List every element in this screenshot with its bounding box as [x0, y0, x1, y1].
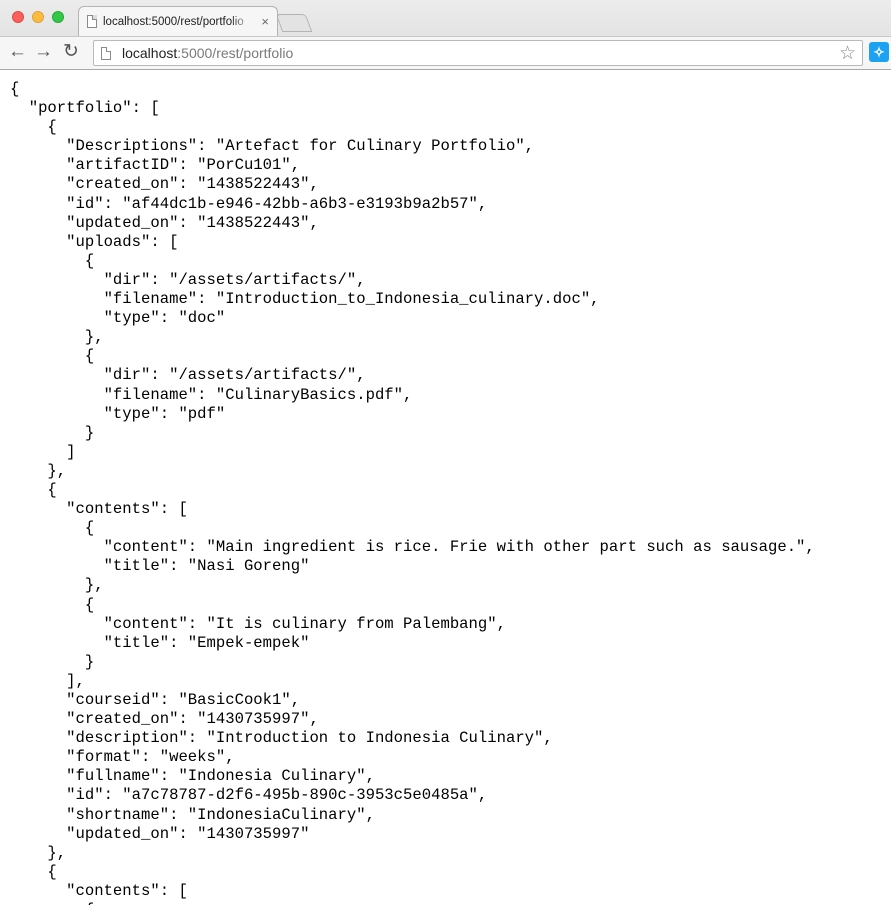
maximize-window-button[interactable]	[52, 11, 64, 23]
page-icon	[87, 15, 97, 28]
json-line: "description": "Introduction to Indonesi…	[10, 729, 553, 748]
json-line: {	[10, 347, 95, 366]
forward-arrow-icon[interactable]: →	[34, 41, 53, 63]
json-line: },	[10, 576, 104, 595]
json-line: "courseid": "BasicCook1",	[10, 691, 301, 709]
window-controls	[12, 11, 64, 23]
json-line: {	[10, 118, 57, 137]
json-line: "uploads": [	[10, 232, 179, 251]
reload-icon[interactable]: ↻	[63, 41, 79, 63]
json-line: },	[10, 328, 104, 347]
url-host: localhost	[122, 45, 178, 61]
json-line: {	[10, 251, 95, 270]
json-line: "id": "af44dc1b-e946-42bb-a6b3-e3193b9a2…	[10, 194, 488, 213]
json-line: "updated_on": "1430735997"	[10, 824, 310, 843]
tab-close-icon[interactable]: ×	[261, 15, 269, 28]
json-line: "created_on": "1430735997",	[10, 710, 319, 729]
json-line: "shortname": "IndonesiaCulinary",	[10, 805, 375, 824]
json-line: ]	[10, 442, 76, 461]
json-line: "content": "Main ingredient is rice. Fri…	[10, 538, 815, 557]
json-line: ],	[10, 671, 85, 690]
json-line: {	[10, 595, 95, 614]
json-viewer: { "portfolio": [ { "Descriptions": "Arte…	[0, 70, 891, 905]
json-line: "dir": "/assets/artifacts/",	[10, 366, 366, 385]
json-line: {	[10, 862, 57, 881]
new-tab-button[interactable]	[275, 14, 313, 32]
json-line: "filename": "Introduction_to_Indonesia_c…	[10, 290, 600, 309]
page-icon	[101, 46, 111, 60]
json-line: "Descriptions": "Artefact for Culinary P…	[10, 137, 535, 156]
minimize-window-button[interactable]	[32, 11, 44, 23]
json-line: "contents": [	[10, 881, 188, 900]
tab-portfolio[interactable]: localhost:5000/rest/portfolio ×	[78, 6, 278, 36]
browser-chrome: localhost:5000/rest/portfolio × ← → ↻ lo…	[0, 0, 891, 70]
url-path: :5000/rest/portfolio	[177, 45, 294, 61]
json-line: "artifactID": "PorCu101",	[10, 156, 301, 175]
twitter-extension-icon[interactable]: ✧	[869, 42, 889, 62]
json-line: "filename": "CulinaryBasics.pdf",	[10, 385, 413, 404]
json-line: "title": "Nasi Goreng"	[10, 557, 310, 576]
json-line: "fullname": "Indonesia Culinary",	[10, 767, 375, 786]
json-line: "dir": "/assets/artifacts/",	[10, 270, 366, 289]
close-window-button[interactable]	[12, 11, 24, 23]
back-arrow-icon[interactable]: ←	[8, 41, 27, 63]
json-line: }	[10, 652, 95, 671]
json-line: {	[10, 480, 57, 499]
toolbar: ← → ↻ localhost:5000/rest/portfolio ☆ ✧	[0, 36, 891, 69]
json-line: "id": "a7c78787-d2f6-495b-890c-3953c5e04…	[10, 786, 488, 805]
json-line: },	[10, 843, 67, 862]
json-line: },	[10, 461, 67, 480]
json-line: "content": "It is culinary from Palemban…	[10, 614, 506, 633]
json-line: {	[10, 901, 891, 905]
json-line: "updated_on": "1438522443",	[10, 213, 319, 232]
json-line: }	[10, 423, 95, 442]
star-icon[interactable]: ☆	[839, 44, 856, 63]
json-line: "type": "pdf"	[10, 404, 226, 423]
json-line: {	[10, 80, 20, 98]
address-bar[interactable]: localhost:5000/rest/portfolio ☆	[93, 40, 863, 66]
json-line: "title": "Empek-empek"	[10, 633, 310, 652]
json-line: "created_on": "1438522443",	[10, 175, 319, 194]
json-line: "portfolio": [	[10, 99, 160, 118]
json-line: {	[10, 519, 95, 538]
tab-title: localhost:5000/rest/portfolio	[103, 15, 244, 28]
json-line: "contents": [	[10, 500, 188, 519]
json-line: "type": "doc"	[10, 309, 226, 328]
page-content: { "portfolio": [ { "Descriptions": "Arte…	[0, 70, 891, 905]
json-line: "format": "weeks",	[10, 748, 235, 767]
